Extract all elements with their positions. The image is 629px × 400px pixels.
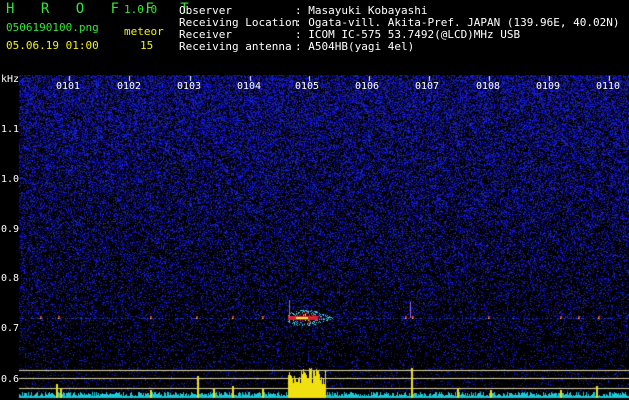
antenna-value: : A504HB(yagi 4el) [295, 40, 415, 53]
freq-tick-0-6: 0.6 [1, 374, 20, 385]
freq-tick-1-1: 1.1 [1, 124, 20, 135]
file-name: 0506190100.png [6, 21, 99, 34]
date-time: 05.06.19 01:00 [6, 39, 99, 52]
minute-label-0102: 0102 [117, 81, 142, 92]
minute-label-0105: 0105 [295, 81, 320, 92]
meteor-label: meteor [124, 25, 164, 38]
minute-label-0109: 0109 [536, 81, 561, 92]
app-version: 1.0.0 [124, 3, 158, 16]
minute-label-0110: 0110 [596, 81, 621, 92]
header-panel: H R O F F T 1.0.0 0506190100.png 05.06.1… [0, 0, 629, 75]
freq-tick-1-0: 1.0 [1, 174, 20, 185]
meteor-count: 15 [140, 39, 154, 52]
freq-tick-0-9: 0.9 [1, 224, 20, 235]
minute-label-0108: 0108 [476, 81, 501, 92]
app-title: H R O F F T [6, 1, 198, 17]
minute-label-0104: 0104 [237, 81, 262, 92]
antenna-label: Receiving antenna [179, 40, 292, 53]
frequency-unit-label: kHz [1, 74, 20, 85]
minute-label-0101: 0101 [56, 81, 81, 92]
freq-tick-0-7: 0.7 [1, 323, 20, 334]
minute-label-0103: 0103 [177, 81, 202, 92]
freq-tick-0-8: 0.8 [1, 273, 20, 284]
minute-label-0106: 0106 [355, 81, 380, 92]
minute-label-0107: 0107 [415, 81, 440, 92]
